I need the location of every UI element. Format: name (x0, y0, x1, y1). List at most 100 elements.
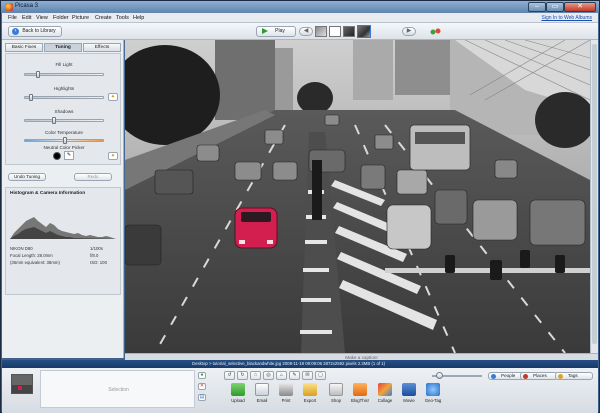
filmstrip-thumb[interactable] (343, 26, 355, 37)
minimize-button[interactable]: – (528, 2, 546, 12)
print-button[interactable]: Print (276, 383, 296, 409)
shop-label: Shop (330, 398, 342, 403)
iso: ISO: 100 (90, 260, 107, 265)
back-to-library-button[interactable]: ‹ Back to Library (8, 26, 62, 37)
maximize-button[interactable]: ▭ (546, 2, 564, 12)
geotag-label: Geo-Tag (424, 398, 442, 403)
filmstrip-thumb-selected[interactable] (357, 25, 371, 38)
edit-icon[interactable]: ✎ (289, 371, 300, 380)
caption-bar[interactable]: Make a caption! (125, 353, 598, 360)
histogram-title: Histogram & Camera Information (10, 191, 86, 196)
next-photo-button[interactable]: ▶ (402, 27, 416, 36)
shop-button[interactable]: Shop (326, 383, 346, 409)
edit-panel: Basic Fixes Tuning Effects Fill Light Hi… (2, 40, 124, 358)
shadows-label: Shadows (54, 109, 74, 114)
comment-icon[interactable]: ✉ (302, 371, 313, 380)
places-button[interactable]: Places (520, 372, 558, 380)
tab-tuning[interactable]: Tuning (44, 43, 82, 52)
export-icon (303, 383, 317, 396)
picasa-icon (5, 3, 13, 11)
tag-icon[interactable]: ⌂ (276, 371, 287, 380)
auto-color-wand-icon[interactable]: ✦ (108, 152, 118, 160)
shadows-slider[interactable] (24, 117, 104, 124)
photo-scrollbar[interactable] (590, 40, 598, 353)
color-temperature-label: Color Temperature (45, 130, 83, 135)
email-button[interactable]: Email (252, 383, 272, 409)
selection-label: Selection (108, 387, 129, 393)
fill-light-slider[interactable] (24, 71, 104, 78)
shutter-speed: 1/100s (90, 246, 103, 251)
thumbnail-size-slider[interactable] (432, 372, 482, 379)
people-label: People (501, 373, 516, 378)
people-icon (491, 374, 496, 379)
tuning-controls: Fill Light Highlights ✦ Shadows Color Te… (5, 53, 121, 165)
play-slideshow-button[interactable]: Play (256, 26, 296, 37)
hold-pin-icon[interactable]: ● (198, 372, 206, 379)
slider-thumb[interactable] (63, 137, 67, 144)
close-button[interactable]: ✕ (564, 2, 596, 12)
blogthis-label: BlogThis! (351, 398, 369, 403)
highlights-slider[interactable] (24, 94, 104, 101)
add-to-album-icon[interactable]: ▤ (198, 394, 206, 401)
movie-button[interactable]: Movie (399, 383, 419, 409)
eyedropper-icon[interactable]: ✎ (64, 151, 74, 160)
redo-button[interactable]: Redo (74, 173, 112, 181)
star-icon[interactable]: ☆ (250, 371, 261, 380)
rotate-left-icon[interactable]: ↺ (224, 371, 235, 380)
focal-equivalent: (35mm equivalent: 38mm) (10, 260, 60, 265)
slider-thumb[interactable] (36, 71, 41, 78)
camera-model: NIKON D80 (10, 246, 33, 251)
photo-preview[interactable] (125, 40, 590, 353)
tags-button[interactable]: Tags (555, 372, 593, 380)
color-temperature-slider[interactable] (24, 137, 104, 144)
red-car (234, 207, 278, 249)
export-button[interactable]: Export (300, 383, 320, 409)
zoom-slider-thumb[interactable] (436, 372, 444, 379)
aperture: f/8.0 (90, 253, 99, 258)
folder-icon[interactable]: ▢ (315, 371, 326, 380)
photo-tray: Selection ● ✕ ▤ ↺ ↻ ☆ ◎ ⌂ ✎ ✉ ▢ Upload E… (2, 368, 598, 413)
slider-thumb[interactable] (51, 117, 56, 124)
edit-tabs: Basic Fixes Tuning Effects (5, 43, 121, 52)
window-title: Picasa 3 (15, 3, 39, 9)
back-to-library-label: Back to Library (22, 28, 56, 34)
geotag-button[interactable]: Geo-Tag (423, 383, 443, 409)
tab-basic-fixes[interactable]: Basic Fixes (5, 43, 43, 52)
auto-contrast-wand-icon[interactable]: ✦ (108, 93, 118, 101)
menu-create[interactable]: Create (95, 15, 112, 21)
places-pin-icon (523, 374, 528, 379)
filmstrip-thumb[interactable] (329, 26, 341, 37)
menu-picture[interactable]: Picture (72, 15, 89, 21)
blogthis-button[interactable]: BlogThis! (350, 383, 370, 409)
scroll-thumb[interactable] (592, 44, 597, 344)
menu-help[interactable]: Help (133, 15, 144, 21)
blogger-icon (353, 383, 367, 396)
slider-thumb[interactable] (28, 94, 33, 101)
undo-tuning-button[interactable]: Undo Tuning (8, 173, 46, 181)
selected-photo-thumb[interactable] (11, 374, 33, 394)
movie-label: Movie (403, 398, 415, 403)
collage-button[interactable]: Collage (375, 383, 395, 409)
collage-label: Collage (377, 398, 393, 403)
app-window: Picasa 3 – ▭ ✕ File Edit View Folder Pic… (0, 0, 600, 413)
shop-icon (329, 383, 343, 396)
share-icon[interactable] (430, 27, 442, 36)
rotate-right-icon[interactable]: ↻ (237, 371, 248, 380)
previous-photo-button[interactable]: ◀ (299, 27, 313, 36)
places-label: Places (533, 373, 547, 378)
face-icon[interactable]: ◎ (263, 371, 274, 380)
menu-tools[interactable]: Tools (116, 15, 129, 21)
selection-area[interactable]: Selection (40, 370, 195, 408)
print-icon (279, 383, 293, 396)
clear-selection-icon[interactable]: ✕ (198, 383, 206, 390)
menu-view[interactable]: View (36, 15, 48, 21)
menu-edit[interactable]: Edit (22, 15, 31, 21)
menu-folder[interactable]: Folder (53, 15, 69, 21)
upload-button[interactable]: Upload (228, 383, 248, 409)
sign-in-link[interactable]: Sign In to Web Albums (542, 15, 593, 21)
menu-file[interactable]: File (8, 15, 17, 21)
title-bar[interactable]: Picasa 3 – ▭ ✕ (1, 1, 599, 13)
neutral-color-swatch (53, 152, 61, 160)
filmstrip-thumb[interactable] (315, 26, 327, 37)
tab-effects[interactable]: Effects (83, 43, 121, 52)
